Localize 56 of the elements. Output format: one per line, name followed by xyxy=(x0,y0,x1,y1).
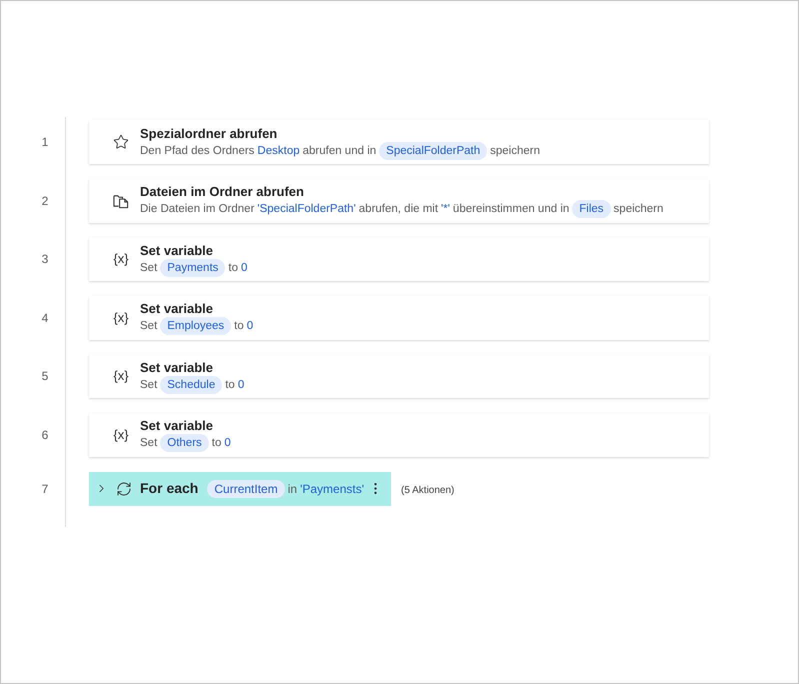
star-icon xyxy=(113,134,129,150)
variable-token: SpecialFolderPath xyxy=(379,142,488,160)
action-title: Dateien im Ordner abrufen xyxy=(140,183,305,200)
value-text: 0 xyxy=(238,378,244,393)
variable-token: Others xyxy=(160,434,209,452)
circular-arrows-icon xyxy=(116,480,132,497)
description-text: abrufen und in xyxy=(302,144,376,158)
value-text: Desktop xyxy=(257,144,300,158)
action-title: Set variable xyxy=(140,242,214,259)
variable-token: Files xyxy=(572,200,611,218)
value-text: 0 xyxy=(224,436,231,452)
variable-token: Payments xyxy=(160,258,226,277)
description-text: in xyxy=(288,480,298,498)
action-title: For each xyxy=(140,479,198,498)
action-title: Set variable xyxy=(140,417,214,434)
description-text: Die Dateien im Ordner xyxy=(140,202,254,218)
line-number: 2 xyxy=(42,192,48,210)
description-text: Set xyxy=(140,378,158,393)
line-number: 6 xyxy=(42,426,48,444)
description-text: Set xyxy=(140,436,158,452)
variable-token: Schedule xyxy=(160,376,222,394)
description-text: Set xyxy=(140,319,158,334)
value-text: 0 xyxy=(241,260,248,276)
variable-token: CurrentItem xyxy=(207,480,285,498)
braces-x-icon: {x} xyxy=(113,310,129,326)
description-text: to xyxy=(225,378,235,393)
description-text: übereinstimmen und in xyxy=(452,202,570,218)
braces-x-icon: {x} xyxy=(113,426,129,443)
description-text: speichern xyxy=(490,144,540,158)
action-title: Spezialordner abrufen xyxy=(140,124,278,142)
description-text: Set xyxy=(140,260,158,276)
description-text: Den Pfad des Ordners xyxy=(140,144,254,158)
variable-token: Employees xyxy=(160,317,232,336)
folder-with-file-icon xyxy=(113,192,129,209)
action-title: Set variable xyxy=(140,358,214,376)
action-card[interactable]: Spezialordner abrufen Den Pfad des Ordners Desktop abrufen und in SpecialFolderPath speichern xyxy=(89,120,709,164)
braces-x-icon: {x} xyxy=(113,251,129,268)
action-count: (5 Aktionen) xyxy=(401,484,454,498)
value-text: 0 xyxy=(246,319,254,334)
description-text: abrufen, die mit xyxy=(358,202,438,218)
line-number: 3 xyxy=(42,251,48,268)
action-title: Set variable xyxy=(140,300,214,318)
value-text: 'SpecialFolderPath' xyxy=(257,202,356,218)
loop-action-row[interactable]: For each CurrentItem in 'Paymensts' xyxy=(89,472,391,506)
braces-x-icon: {x} xyxy=(113,368,129,384)
description-text: speichern xyxy=(614,202,664,218)
value-text: 'Paymensts' xyxy=(300,480,364,498)
line-number: 1 xyxy=(42,134,48,151)
description-text: to xyxy=(234,319,244,334)
line-number: 4 xyxy=(42,310,48,327)
action-card[interactable]: Dateien im Ordner abrufen Die Dateien im Ordner 'SpecialFolderPath' abrufen, die mit '*' übereinstimmen und in Files speichern xyxy=(89,178,709,223)
description-text: to xyxy=(212,436,222,452)
line-number: 7 xyxy=(42,480,48,498)
description-text: to xyxy=(228,260,238,276)
value-text: '*' xyxy=(441,202,450,218)
line-number: 5 xyxy=(42,368,48,386)
